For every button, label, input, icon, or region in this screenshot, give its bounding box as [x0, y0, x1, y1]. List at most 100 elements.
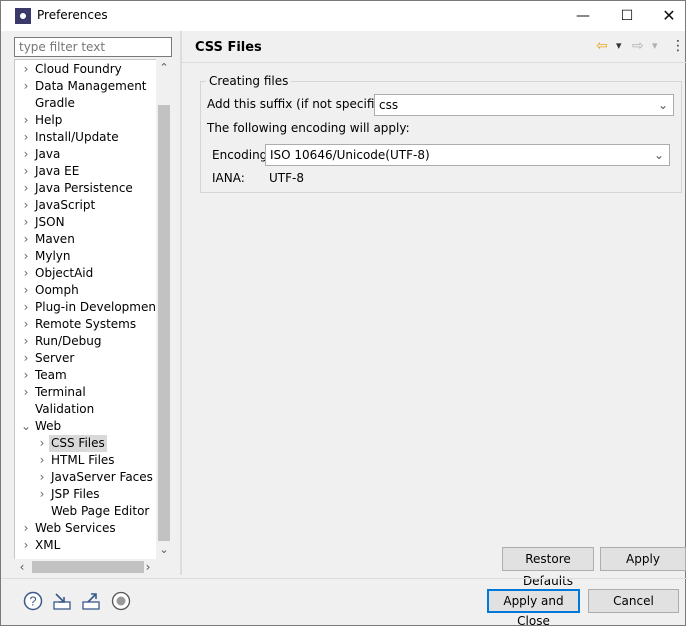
chevron-right-icon[interactable]: › — [21, 333, 31, 350]
tree-item-label: Oomph — [35, 283, 79, 297]
tree-item[interactable]: Web Page Editor — [15, 503, 171, 520]
forward-arrow-icon: ⇨ — [632, 38, 644, 54]
header-separator — [182, 62, 686, 63]
tree-vertical-scrollbar[interactable]: ⌃ ⌄ — [156, 59, 172, 561]
chevron-right-icon[interactable]: › — [21, 248, 31, 265]
chevron-right-icon[interactable]: › — [21, 112, 31, 129]
chevron-right-icon[interactable]: › — [21, 146, 31, 163]
tree-item-label: Java Persistence — [35, 181, 133, 195]
tree-item[interactable]: ⌄ Web — [15, 418, 171, 435]
view-menu-icon[interactable]: ⋮ — [671, 38, 685, 54]
tree-item[interactable]: › Java — [15, 146, 171, 163]
hscroll-thumb[interactable] — [32, 561, 144, 573]
eclipse-app-icon — [15, 8, 31, 24]
tree-item-label: Data Management — [35, 79, 147, 93]
tree-item[interactable]: › Install/Update — [15, 129, 171, 146]
chevron-down-icon[interactable]: ⌄ — [21, 418, 31, 435]
chevron-right-icon[interactable]: › — [21, 180, 31, 197]
tree-item[interactable]: › Java EE — [15, 163, 171, 180]
chevron-right-icon[interactable]: › — [21, 316, 31, 333]
chevron-right-icon[interactable]: › — [37, 469, 47, 486]
tree-item[interactable]: › JavaServer Faces Too — [15, 469, 171, 486]
close-button[interactable]: ✕ — [647, 1, 691, 31]
tree-item[interactable]: › Maven — [15, 231, 171, 248]
export-icon[interactable] — [81, 591, 101, 611]
tree-item[interactable]: › XML — [15, 537, 171, 554]
tree-item[interactable]: › Java Persistence — [15, 180, 171, 197]
tree-item[interactable]: › Web Services — [15, 520, 171, 537]
apply-button[interactable]: Apply — [600, 547, 686, 571]
chevron-right-icon[interactable]: › — [21, 231, 31, 248]
tree-item[interactable]: Validation — [15, 401, 171, 418]
tree-item[interactable]: › Team — [15, 367, 171, 384]
apply-and-close-button[interactable]: Apply and Close — [487, 589, 580, 628]
tree-item[interactable]: › JSON — [15, 214, 171, 231]
cancel-button[interactable]: Cancel — [588, 589, 679, 613]
tree-item[interactable]: › Run/Debug — [15, 333, 171, 350]
tree-item[interactable]: › Server — [15, 350, 171, 367]
filter-input[interactable] — [14, 37, 172, 57]
chevron-right-icon[interactable]: › — [21, 299, 31, 316]
chevron-right-icon[interactable]: › — [21, 197, 31, 214]
encoding-note: The following encoding will apply: — [207, 121, 410, 135]
group-title: Creating files — [206, 74, 292, 88]
maximize-button[interactable]: ☐ — [605, 1, 649, 31]
tree-item[interactable]: › Mylyn — [15, 248, 171, 265]
tree-item[interactable]: › HTML Files — [15, 452, 171, 469]
tree-item[interactable]: › CSS Files — [15, 435, 171, 452]
chevron-right-icon[interactable]: › — [21, 537, 31, 554]
tree-item-label: Server — [35, 351, 75, 365]
tree-item-label: Install/Update — [35, 130, 119, 144]
chevron-down-icon: ⌄ — [657, 98, 668, 112]
restore-defaults-button[interactable]: Restore Defaults — [502, 547, 594, 588]
chevron-right-icon[interactable]: › — [21, 282, 31, 299]
scroll-down-icon[interactable]: ⌄ — [156, 543, 172, 556]
tree-item-label: Plug-in Development — [35, 300, 161, 314]
chevron-right-icon[interactable]: › — [21, 129, 31, 146]
import-icon[interactable] — [52, 591, 72, 611]
chevron-down-icon: ⌄ — [653, 148, 664, 162]
tree-item-label: Web Page Editor — [51, 504, 150, 518]
scroll-right-icon[interactable]: › — [140, 559, 156, 575]
tree-item[interactable]: › Remote Systems — [15, 316, 171, 333]
scroll-thumb[interactable] — [158, 105, 170, 541]
pane-sash[interactable] — [180, 31, 182, 575]
suffix-combo[interactable]: css ⌄ — [374, 94, 674, 116]
chevron-right-icon[interactable]: › — [21, 384, 31, 401]
tree-item[interactable]: › ObjectAid — [15, 265, 171, 282]
record-icon[interactable] — [111, 591, 131, 611]
encoding-combo[interactable]: ISO 10646/Unicode(UTF-8) ⌄ — [265, 144, 670, 166]
tree-item[interactable]: › Terminal — [15, 384, 171, 401]
help-icon[interactable]: ? — [23, 591, 43, 611]
tree-item[interactable]: › Help — [15, 112, 171, 129]
tree-item[interactable]: › Oomph — [15, 282, 171, 299]
chevron-right-icon[interactable]: › — [21, 350, 31, 367]
chevron-right-icon[interactable]: › — [21, 214, 31, 231]
chevron-right-icon[interactable]: › — [37, 452, 47, 469]
chevron-right-icon[interactable]: › — [21, 78, 31, 95]
chevron-right-icon[interactable]: › — [21, 520, 31, 537]
chevron-right-icon[interactable]: › — [21, 61, 31, 78]
back-arrow-icon[interactable]: ⇦ — [596, 38, 608, 54]
chevron-right-icon[interactable]: › — [37, 435, 47, 452]
tree-item[interactable]: › JSP Files — [15, 486, 171, 503]
scroll-left-icon[interactable]: ‹ — [14, 559, 30, 575]
tree-item-label: HTML Files — [51, 453, 115, 467]
tree-item[interactable]: Gradle — [15, 95, 171, 112]
tree-item[interactable]: › Data Management — [15, 78, 171, 95]
minimize-button[interactable]: — — [561, 1, 605, 31]
back-dropdown-icon[interactable]: ▾ — [616, 38, 622, 54]
chevron-right-icon[interactable]: › — [21, 163, 31, 180]
chevron-right-icon[interactable]: › — [21, 367, 31, 384]
tree-item-label: Terminal — [35, 385, 86, 399]
chevron-right-icon[interactable]: › — [21, 265, 31, 282]
tree-item[interactable]: › Cloud Foundry — [15, 61, 171, 78]
encoding-label: Encoding: — [212, 148, 272, 162]
tree-horizontal-scrollbar[interactable]: ‹ › — [14, 559, 172, 575]
chevron-right-icon[interactable]: › — [37, 486, 47, 503]
scroll-up-icon[interactable]: ⌃ — [156, 61, 172, 74]
tree-item[interactable]: › JavaScript — [15, 197, 171, 214]
tree-item-label: Validation — [35, 402, 95, 416]
tree-item-label: Run/Debug — [35, 334, 102, 348]
tree-item[interactable]: › Plug-in Development — [15, 299, 171, 316]
